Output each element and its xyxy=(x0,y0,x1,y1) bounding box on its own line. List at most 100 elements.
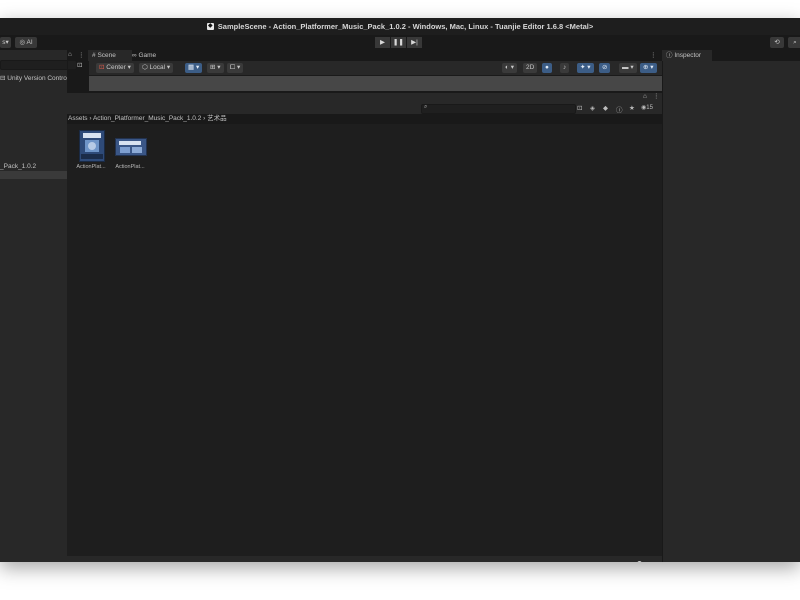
grid-icon: ▦ xyxy=(188,64,195,71)
play-button[interactable]: ▶ xyxy=(375,37,390,48)
chevron-down-icon: ▾ xyxy=(630,64,634,71)
globe-icon: ⊕ xyxy=(643,64,649,71)
panel-menu-icon[interactable]: ⋮ xyxy=(650,51,657,59)
effects-icon: ✦ xyxy=(580,64,586,71)
chevron-down-icon: ▾ xyxy=(510,64,515,71)
icon-size-slider-handle[interactable] xyxy=(637,561,642,562)
chevron-down-icon: ▾ xyxy=(217,64,221,71)
eye-slash-icon: ⊘ xyxy=(602,64,608,71)
pause-icon: ❚❚ xyxy=(393,39,404,46)
panel-menu-icon[interactable]: ⋮ xyxy=(78,51,85,59)
space-dropdown[interactable]: ⬡ Local ▾ xyxy=(139,63,174,73)
lighting-toggle[interactable]: ● xyxy=(542,63,552,73)
filter-by-label-icon[interactable]: ◈ xyxy=(590,104,595,112)
effects-dropdown[interactable]: ✦ ▾ xyxy=(577,63,594,73)
editor-window: ◆ SampleScene - Action_Platformer_Music_… xyxy=(0,18,800,562)
asset-thumbnail xyxy=(75,130,108,162)
chevron-down-icon: ▾ xyxy=(195,64,200,71)
visible-count: ◉15 xyxy=(641,104,653,111)
version-control-row[interactable]: ⊟ Unity Version Control xyxy=(0,74,68,82)
favorite-star-icon[interactable]: ★ xyxy=(629,104,635,112)
search-icon: ⌕ xyxy=(424,104,428,110)
scene-visibility-toggle[interactable]: ⊘ xyxy=(599,63,611,73)
ruler-icon: ⧠ xyxy=(230,64,236,71)
snap-increment-button[interactable]: ⊞ ▾ xyxy=(207,63,224,73)
album-cover-icon xyxy=(78,130,105,162)
scene-icon: # xyxy=(92,52,96,59)
tab-inspector-label: Inspector xyxy=(674,52,702,59)
panel-menu-icon[interactable]: ⋮ xyxy=(653,92,660,100)
gizmo-tool-button[interactable]: ⧠ ▾ xyxy=(227,63,244,73)
history-button[interactable]: ⟲ xyxy=(770,37,784,48)
lock-icon[interactable]: ⌂ xyxy=(68,51,72,58)
draw-mode-dropdown[interactable]: ◐ ▾ xyxy=(502,63,518,73)
grid-snap-button[interactable]: ▦ ▾ xyxy=(185,63,203,73)
step-button[interactable]: ▶| xyxy=(407,37,422,48)
tab-inspector[interactable]: ⓘ Inspector xyxy=(662,50,712,61)
audio-toggle[interactable]: ♪ xyxy=(560,63,570,73)
tab-scene-label: Scene xyxy=(97,52,116,59)
tree-item-selected[interactable] xyxy=(0,171,67,179)
ai-icon: ◎ xyxy=(19,39,26,46)
space-label: Local xyxy=(149,64,166,71)
tree-item-package[interactable]: _Pack_1.0.2 xyxy=(0,163,36,170)
asset-thumbnail xyxy=(114,130,147,162)
pivot-dropdown[interactable]: ⊡ Center ▾ xyxy=(96,63,134,73)
space-icon: ⬡ xyxy=(142,64,148,71)
asset-label: ActionPlat... xyxy=(115,164,145,170)
toggle-2d-button[interactable]: 2D xyxy=(523,63,538,73)
camera-dropdown[interactable]: ▬ ▾ xyxy=(619,63,637,73)
main-toolbar: s▾ ◎ AI ▶ ❚❚ ▶| ⟲ ⌕ xyxy=(0,35,800,51)
chevron-down-icon: ▾ xyxy=(650,64,654,71)
tag-icon[interactable]: ◆ xyxy=(603,104,608,112)
search-button[interactable]: ⌕ xyxy=(788,37,800,48)
chevron-down-icon: ▾ xyxy=(587,64,591,71)
info-icon[interactable]: ⓘ xyxy=(616,104,623,114)
step-icon: ▶| xyxy=(411,39,418,46)
snap-icon: ⊞ xyxy=(210,64,216,71)
breadcrumb-package[interactable]: Action_Platformer_Music_Pack_1.0.2 xyxy=(93,115,201,122)
ai-button[interactable]: ◎ AI xyxy=(15,37,37,48)
tab-scene[interactable]: # Scene xyxy=(88,50,132,61)
tab-game[interactable]: ∞ Game xyxy=(128,50,172,61)
pivot-label: Center xyxy=(106,64,126,71)
camera-icon: ▬ xyxy=(622,64,629,71)
gizmos-dropdown[interactable]: ⊕ ▾ xyxy=(640,63,657,73)
asset-grid: ActionPlat... ActionPlat... xyxy=(67,124,662,556)
window-title: SampleScene - Action_Platformer_Music_Pa… xyxy=(217,22,594,31)
banner-image-icon xyxy=(114,138,147,156)
search-icon: ⌕ xyxy=(793,39,797,46)
lock-icon[interactable]: ⌂ xyxy=(643,93,647,100)
search-by-type-icon[interactable]: ⊡ xyxy=(577,104,582,112)
tree-search-icon[interactable]: ⊡ xyxy=(77,61,82,69)
light-bulb-icon: ● xyxy=(545,64,549,71)
play-icon: ▶ xyxy=(380,39,385,46)
breadcrumb-assets[interactable]: Assets xyxy=(68,115,88,122)
asset-item[interactable]: ActionPlat... xyxy=(110,130,150,170)
toggle-2d-label: 2D xyxy=(526,64,535,71)
asset-item[interactable]: ActionPlat... xyxy=(71,130,111,170)
game-icon: ∞ xyxy=(132,52,137,59)
inspector-tab-strip: ⓘ Inspector xyxy=(662,50,800,61)
breadcrumb: Assets › Action_Platformer_Music_Pack_1.… xyxy=(68,114,227,124)
chevron-down-icon: ▾ xyxy=(5,39,9,46)
audio-icon: ♪ xyxy=(563,64,567,71)
project-search-input[interactable]: ⌕ xyxy=(421,104,576,114)
ai-button-label: AI xyxy=(26,39,33,46)
tree-search-input[interactable] xyxy=(0,60,77,70)
pause-button[interactable]: ❚❚ xyxy=(391,37,406,48)
pivot-icon: ⊡ xyxy=(99,64,105,71)
breadcrumb-folder[interactable]: 艺术品 xyxy=(207,115,227,122)
play-controls: ▶ ❚❚ ▶| xyxy=(375,37,422,48)
info-icon: ⓘ xyxy=(666,52,673,59)
inspector-panel: ⓘ Inspector xyxy=(662,50,800,562)
account-dropdown[interactable]: s▾ xyxy=(0,37,11,48)
history-icon: ⟲ xyxy=(774,39,780,46)
project-tree-panel: ⊟ Unity Version Control _Pack_1.0.2 xyxy=(0,50,77,562)
chevron-down-icon: ▾ xyxy=(237,64,241,71)
tree-item-label: _Pack_1.0.2 xyxy=(0,163,37,170)
project-panel-header: ⌂ ⋮ xyxy=(67,93,662,102)
scene-view[interactable] xyxy=(89,76,662,92)
unity-logo-icon: ◆ xyxy=(206,23,214,30)
shading-icon: ◐ xyxy=(505,64,509,71)
